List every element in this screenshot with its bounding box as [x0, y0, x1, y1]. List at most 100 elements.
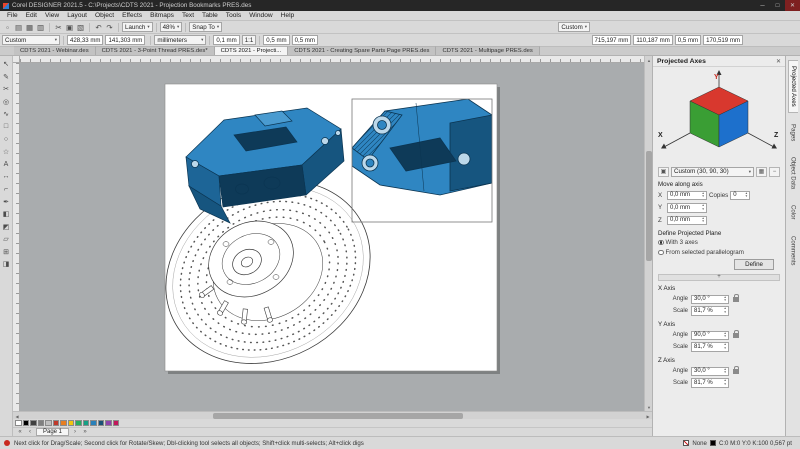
save-icon[interactable]: ▦	[24, 22, 35, 33]
color-swatch[interactable]	[60, 420, 67, 427]
color-swatch[interactable]	[45, 420, 52, 427]
polygon-tool[interactable]: ☆	[1, 147, 12, 157]
color-swatch[interactable]	[75, 420, 82, 427]
color-swatch[interactable]	[90, 420, 97, 427]
pick-tool[interactable]: ↖	[1, 59, 12, 69]
zoom-tool[interactable]: ◎	[1, 97, 12, 107]
previous-page-icon[interactable]: ‹	[26, 429, 34, 435]
vertical-scrollbar[interactable]: ▲ ▼	[644, 56, 652, 411]
close-button[interactable]: ✕	[785, 0, 800, 11]
define-button[interactable]: Define	[734, 259, 774, 270]
paste-icon[interactable]: ▧	[75, 22, 86, 33]
move-x-field[interactable]: 0,0 mm ▴▾	[667, 191, 707, 201]
spinner-icon[interactable]: ▴▾	[724, 368, 726, 375]
outline-tool[interactable]: ✒	[1, 197, 12, 207]
ruler-origin-box[interactable]	[13, 56, 20, 63]
docker-close-icon[interactable]: ✕	[776, 58, 781, 65]
page-width-field[interactable]: 715,197 mm	[592, 35, 632, 45]
scale-ratio-box[interactable]: 1:1	[242, 35, 257, 45]
eyedropper-tool[interactable]: ▱	[1, 234, 12, 244]
spinner-icon[interactable]: ▴▾	[724, 332, 726, 339]
nudge-distance-field[interactable]: 0,1 mm	[213, 35, 239, 45]
crop-tool[interactable]: ✂	[1, 84, 12, 94]
z-angle-field[interactable]: 30,0 ° ▴▾	[691, 367, 729, 377]
menu-tools[interactable]: Tools	[222, 12, 245, 19]
first-page-icon[interactable]: «	[16, 429, 24, 435]
move-y-field[interactable]: 0,0 mm ▴▾	[667, 203, 707, 213]
axes-cube-preview[interactable]: Y X Z	[653, 67, 785, 165]
menu-object[interactable]: Object	[91, 12, 118, 19]
vertical-ruler[interactable]	[13, 63, 20, 411]
color-swatch[interactable]	[15, 420, 22, 427]
position-y-field[interactable]: 141,303 mm	[105, 35, 145, 45]
extent-field[interactable]: 170,519 mm	[703, 35, 743, 45]
text-tool[interactable]: A	[1, 159, 12, 169]
z-scale-field[interactable]: 81,7 % ▴▾	[691, 378, 729, 388]
color-swatch[interactable]	[38, 420, 45, 427]
cut-icon[interactable]: ✂	[53, 22, 64, 33]
next-page-icon[interactable]: ›	[71, 429, 79, 435]
undo-icon[interactable]: ↶	[93, 22, 104, 33]
table-tool[interactable]: ⊞	[1, 247, 12, 257]
ellipse-tool[interactable]: ○	[1, 134, 12, 144]
rectangle-tool[interactable]: □	[1, 122, 12, 132]
last-page-icon[interactable]: »	[81, 429, 89, 435]
axes-preset-dropdown[interactable]: Custom (30, 90, 30) ▾	[671, 167, 754, 177]
docker-tab-comments[interactable]: Comments	[789, 231, 798, 270]
page-tab[interactable]: Page 1	[36, 428, 69, 436]
document-tab[interactable]: CDTS 2021 - Multipage PRES.des	[436, 46, 539, 55]
new-document-icon[interactable]: ▫	[2, 22, 13, 33]
spinner-icon[interactable]: ▴▾	[745, 192, 747, 199]
move-z-field[interactable]: 0,0 mm ▴▾	[667, 216, 707, 226]
redo-icon[interactable]: ↷	[104, 22, 115, 33]
color-swatch[interactable]	[83, 420, 90, 427]
maximize-button[interactable]: □	[770, 0, 785, 11]
dimension-tool[interactable]: ↔	[1, 172, 12, 182]
docker-tab-object-data[interactable]: Object Data	[789, 152, 798, 194]
menu-layout[interactable]: Layout	[63, 12, 91, 19]
copies-field[interactable]: 0 ▴▾	[730, 191, 750, 201]
menu-edit[interactable]: Edit	[22, 12, 41, 19]
duplicate-y-field[interactable]: 0,5 mm	[292, 35, 318, 45]
horizontal-ruler[interactable]	[20, 56, 644, 63]
color-swatch[interactable]	[105, 420, 112, 427]
interactive-fill-tool[interactable]: ◨	[1, 259, 12, 269]
drawing-canvas[interactable]	[20, 63, 644, 411]
spinner-icon[interactable]: ▴▾	[702, 204, 704, 211]
menu-bitmaps[interactable]: Bitmaps	[146, 12, 178, 19]
menu-help[interactable]: Help	[277, 12, 299, 19]
page-height-field[interactable]: 110,187 mm	[633, 35, 672, 45]
color-swatch[interactable]	[23, 420, 30, 427]
units-dropdown[interactable]: millimeters ▾	[154, 35, 206, 45]
save-preset-icon[interactable]: ▦	[756, 167, 767, 177]
menu-effects[interactable]: Effects	[118, 12, 146, 19]
from-parallelogram-radio[interactable]	[658, 250, 664, 256]
menu-file[interactable]: File	[3, 12, 22, 19]
color-swatch[interactable]	[68, 420, 75, 427]
menu-table[interactable]: Table	[198, 12, 222, 19]
menu-text[interactable]: Text	[178, 12, 198, 19]
copy-icon[interactable]: ▣	[64, 22, 75, 33]
document-tab[interactable]: CDTS 2021 - Creating Spare Parts Page PR…	[288, 46, 436, 55]
spinner-icon[interactable]: ▴▾	[724, 343, 726, 350]
spinner-icon[interactable]: ▴▾	[702, 217, 704, 224]
y-scale-field[interactable]: 81,7 % ▴▾	[691, 342, 729, 352]
offset-field[interactable]: 0,5 mm	[675, 35, 701, 45]
docker-tab-color[interactable]: Color	[789, 200, 798, 225]
axes-preset-icon[interactable]: ▣	[658, 167, 669, 177]
menu-window[interactable]: Window	[245, 12, 276, 19]
launch-dropdown[interactable]: Launch ▾	[122, 22, 153, 32]
zoom-level-dropdown[interactable]: 48% ▾	[160, 22, 183, 32]
spinner-icon[interactable]: ▴▾	[724, 296, 726, 303]
position-x-field[interactable]: 428,33 mm	[67, 35, 103, 45]
curve-tool[interactable]: ∿	[1, 109, 12, 119]
document-tab[interactable]: CDTS 2021 - 3-Point Thread PRES.des*	[96, 46, 215, 55]
lock-icon[interactable]	[733, 369, 739, 374]
color-swatch[interactable]	[53, 420, 60, 427]
minimize-button[interactable]: ─	[755, 0, 770, 11]
spinner-icon[interactable]: ▴▾	[702, 192, 704, 199]
duplicate-x-field[interactable]: 0,5 mm	[263, 35, 289, 45]
open-icon[interactable]: ▤	[13, 22, 24, 33]
shape-tool[interactable]: ✎	[1, 72, 12, 82]
fill-tool[interactable]: ◧	[1, 209, 12, 219]
